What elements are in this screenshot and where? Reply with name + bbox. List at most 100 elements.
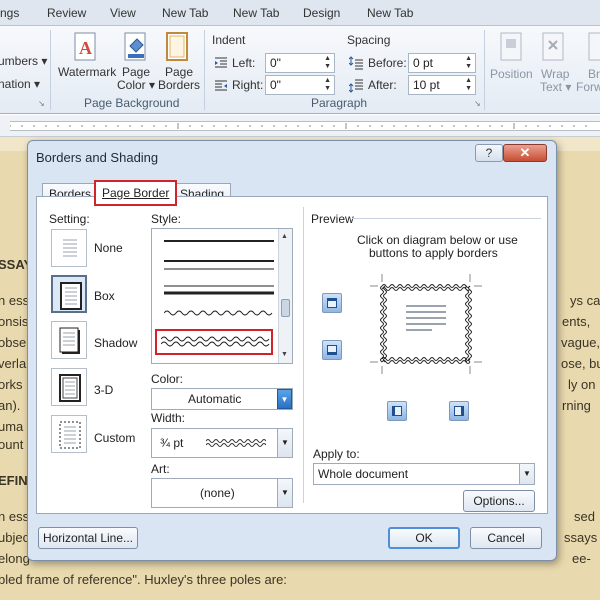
tab-new-tab-1[interactable]: New Tab bbox=[162, 6, 208, 20]
style-option-double-wave-selected[interactable] bbox=[155, 329, 273, 355]
ribbon-tab-bar: ngs Review View New Tab New Tab Design N… bbox=[0, 0, 600, 26]
watermark-icon: A bbox=[74, 32, 96, 61]
position-icon bbox=[500, 32, 522, 61]
setting-3d-tile[interactable] bbox=[51, 368, 87, 406]
horizontal-line-button[interactable]: Horizontal Line... bbox=[38, 527, 138, 549]
left-border-button[interactable] bbox=[387, 401, 407, 421]
indent-left-label: Left: bbox=[232, 56, 256, 70]
doc-text-right: rning bbox=[562, 398, 591, 413]
paint-bucket-icon bbox=[124, 32, 146, 61]
chevron-down-icon[interactable]: ▼ bbox=[277, 479, 292, 507]
chevron-down-icon[interactable]: ▼ bbox=[519, 464, 534, 484]
width-dropdown[interactable]: ¾ pt ▼ bbox=[151, 428, 293, 458]
spinner-arrows-icon[interactable]: ▲ ▼ bbox=[324, 77, 331, 93]
scroll-down-icon[interactable]: ▼ bbox=[281, 351, 288, 358]
art-dropdown[interactable]: (none) ▼ bbox=[151, 478, 293, 508]
page-setup-launcher-icon[interactable]: ↘ bbox=[38, 99, 45, 108]
close-icon: ✕ bbox=[519, 145, 531, 160]
dialog-panel: Setting: None Box Shadow 3-D Custom Styl… bbox=[36, 196, 548, 514]
paragraph-launcher-icon[interactable]: ↘ bbox=[474, 99, 481, 108]
doc-text-line: verla bbox=[0, 356, 27, 371]
tab-design[interactable]: Design bbox=[303, 6, 340, 20]
doc-text-line: ubjec bbox=[0, 530, 30, 545]
group-separator bbox=[484, 30, 485, 110]
horizontal-ruler[interactable] bbox=[0, 115, 600, 137]
line-numbers-button[interactable]: umbers ▾ bbox=[0, 54, 47, 68]
art-label: Art: bbox=[151, 462, 170, 476]
scroll-up-icon[interactable]: ▲ bbox=[281, 233, 288, 240]
setting-shadow-tile[interactable] bbox=[51, 321, 87, 359]
doc-text-right: ssays bbox=[564, 530, 598, 545]
tab-new-tab-3[interactable]: New Tab bbox=[367, 6, 413, 20]
tab-mailings[interactable]: ngs bbox=[0, 6, 19, 20]
ok-button[interactable]: OK bbox=[388, 527, 460, 549]
indent-left-input[interactable]: 0" ▲ ▼ bbox=[265, 53, 335, 73]
doc-text-line: bled frame of reference". Huxley's three… bbox=[0, 572, 287, 587]
page-preview-diagram[interactable] bbox=[370, 274, 482, 374]
ruler-ticks bbox=[10, 123, 587, 129]
indent-right-icon bbox=[215, 80, 227, 91]
style-option-thick-thin-line[interactable] bbox=[164, 284, 274, 296]
close-button[interactable]: ✕ bbox=[503, 144, 547, 162]
cancel-button[interactable]: Cancel bbox=[470, 527, 542, 549]
left-border-icon bbox=[392, 406, 402, 416]
width-wave-preview-icon bbox=[206, 439, 266, 447]
doc-text-right: sed bbox=[574, 509, 595, 524]
indent-right-input[interactable]: 0" ▲ ▼ bbox=[265, 75, 335, 95]
preview-separator bbox=[303, 207, 304, 503]
tab-view[interactable]: View bbox=[110, 6, 136, 20]
doc-text-line: orks bbox=[0, 377, 23, 392]
apply-to-dropdown[interactable]: Whole document ▼ bbox=[313, 463, 535, 485]
doc-text-line: n ess bbox=[0, 293, 30, 308]
style-label: Style: bbox=[151, 212, 182, 226]
scroll-thumb[interactable] bbox=[281, 299, 290, 317]
help-icon: ? bbox=[485, 146, 493, 160]
page-custom-icon bbox=[59, 421, 81, 449]
indent-right-label: Right: bbox=[232, 78, 264, 92]
ribbon: umbers ▾ nation ▾ ↘ A Watermark Page Col… bbox=[0, 26, 600, 114]
style-option-thin-line[interactable] bbox=[164, 239, 274, 243]
color-dropdown[interactable]: Automatic ▼ bbox=[151, 388, 293, 410]
setting-none-tile[interactable] bbox=[51, 229, 87, 267]
top-border-icon bbox=[327, 298, 337, 308]
style-option-wave-line[interactable] bbox=[164, 309, 274, 317]
chevron-down-icon[interactable]: ▼ bbox=[277, 389, 292, 409]
wrap-text-icon bbox=[542, 32, 564, 61]
preview-label: Preview bbox=[311, 212, 354, 226]
doc-text-right: vague, bbox=[561, 335, 600, 350]
style-scrollbar[interactable]: ▲ ▼ bbox=[278, 229, 292, 363]
spinner-arrows-icon[interactable]: ▲ ▼ bbox=[465, 77, 472, 93]
spinner-arrows-icon[interactable]: ▲ ▼ bbox=[465, 55, 472, 71]
doc-text-right: ents, bbox=[562, 314, 591, 329]
hyphenation-button[interactable]: nation ▾ bbox=[0, 77, 40, 91]
tab-page-border[interactable]: Page Border bbox=[94, 180, 178, 206]
spacing-after-input[interactable]: 10 pt ▲ ▼ bbox=[408, 75, 476, 95]
setting-box-tile[interactable] bbox=[51, 275, 87, 313]
preview-rule bbox=[352, 218, 541, 219]
bottom-border-icon bbox=[327, 345, 337, 355]
help-button[interactable]: ? bbox=[475, 144, 503, 162]
right-border-button[interactable] bbox=[449, 401, 469, 421]
setting-custom-tile[interactable] bbox=[51, 415, 87, 453]
doc-text-line: an). bbox=[0, 398, 21, 413]
page-3d-icon bbox=[59, 374, 81, 402]
style-listbox[interactable]: ▲ ▼ bbox=[151, 228, 293, 364]
bring-forward-icon bbox=[588, 32, 600, 61]
color-label: Color: bbox=[151, 372, 184, 386]
spacing-title: Spacing bbox=[347, 33, 391, 47]
doc-text-right: ys can bbox=[570, 293, 600, 308]
tab-new-tab-2[interactable]: New Tab bbox=[233, 6, 279, 20]
chevron-down-icon[interactable]: ▼ bbox=[277, 429, 292, 457]
spacing-before-input[interactable]: 0 pt ▲ ▼ bbox=[408, 53, 476, 73]
tab-review[interactable]: Review bbox=[47, 6, 86, 20]
bottom-border-button[interactable] bbox=[322, 340, 342, 360]
top-border-button[interactable] bbox=[322, 293, 342, 313]
svg-text:A: A bbox=[79, 38, 92, 58]
page-shadow-icon bbox=[59, 327, 81, 355]
doc-text-line: elong bbox=[0, 551, 30, 566]
width-label: Width: bbox=[151, 411, 186, 425]
spinner-arrows-icon[interactable]: ▲ ▼ bbox=[324, 55, 331, 71]
options-button[interactable]: Options... bbox=[463, 490, 535, 512]
style-option-double-line[interactable] bbox=[164, 259, 274, 271]
doc-text-line: ount bbox=[0, 437, 24, 452]
